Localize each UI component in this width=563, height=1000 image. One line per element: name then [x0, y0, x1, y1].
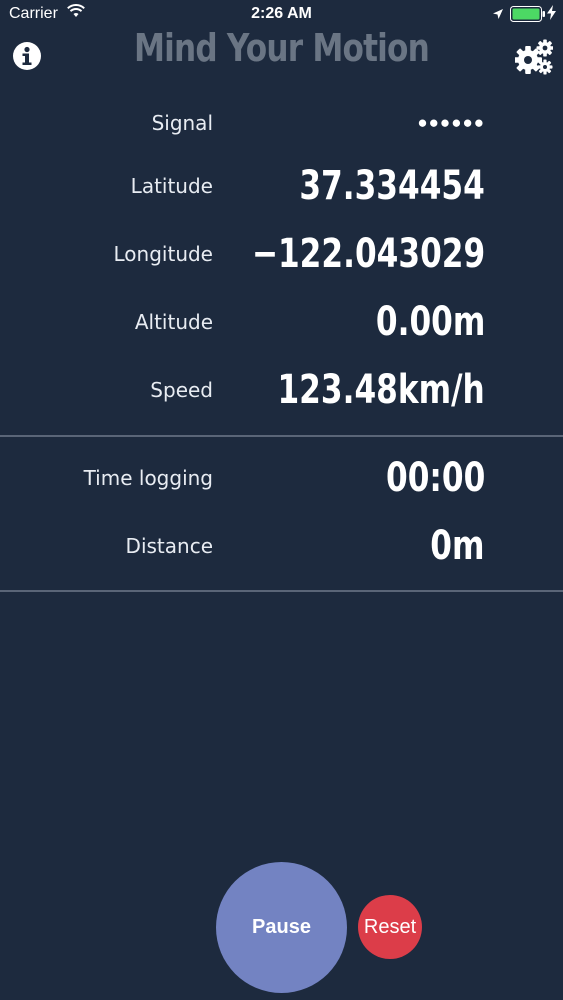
longitude-row: Longitude −122.043029	[0, 224, 563, 284]
time-logging-label: Time logging	[83, 466, 213, 490]
signal-label: Signal	[151, 111, 213, 135]
info-icon	[12, 42, 42, 75]
status-time: 2:26 AM	[251, 5, 312, 22]
latitude-row: Latitude 37.334454	[0, 156, 563, 216]
signal-row: Signal ●●●●●●	[0, 93, 563, 153]
altitude-label: Altitude	[134, 310, 213, 334]
signal-strength-indicator: ●●●●●●	[417, 113, 485, 132]
gear-icon	[514, 39, 554, 79]
speed-value: 123.48km/h	[277, 367, 485, 413]
altitude-row: Altitude 0.00m	[0, 292, 563, 352]
longitude-label: Longitude	[113, 242, 213, 266]
app-title: Mind Your Motion	[133, 26, 430, 70]
time-logging-value: 00:00	[385, 455, 485, 501]
distance-row: Distance 0m	[0, 516, 563, 576]
location-arrow-icon	[492, 7, 504, 25]
altitude-value: 0.00m	[375, 299, 485, 345]
reset-button[interactable]: Reset	[358, 895, 422, 959]
info-button[interactable]	[12, 41, 42, 71]
pause-button[interactable]: Pause	[216, 862, 347, 993]
time-logging-row: Time logging 00:00	[0, 448, 563, 508]
section-divider	[0, 435, 563, 437]
section-divider	[0, 590, 563, 592]
speed-row: Speed 123.48km/h	[0, 360, 563, 420]
speed-label: Speed	[150, 378, 213, 402]
longitude-value: −122.043029	[251, 231, 485, 277]
distance-label: Distance	[125, 534, 213, 558]
charging-bolt-icon	[547, 5, 556, 25]
settings-button[interactable]	[514, 39, 554, 75]
latitude-label: Latitude	[130, 174, 213, 198]
app-header: Mind Your Motion	[0, 24, 563, 76]
distance-value: 0m	[430, 523, 485, 569]
latitude-value: 37.334454	[299, 163, 485, 209]
